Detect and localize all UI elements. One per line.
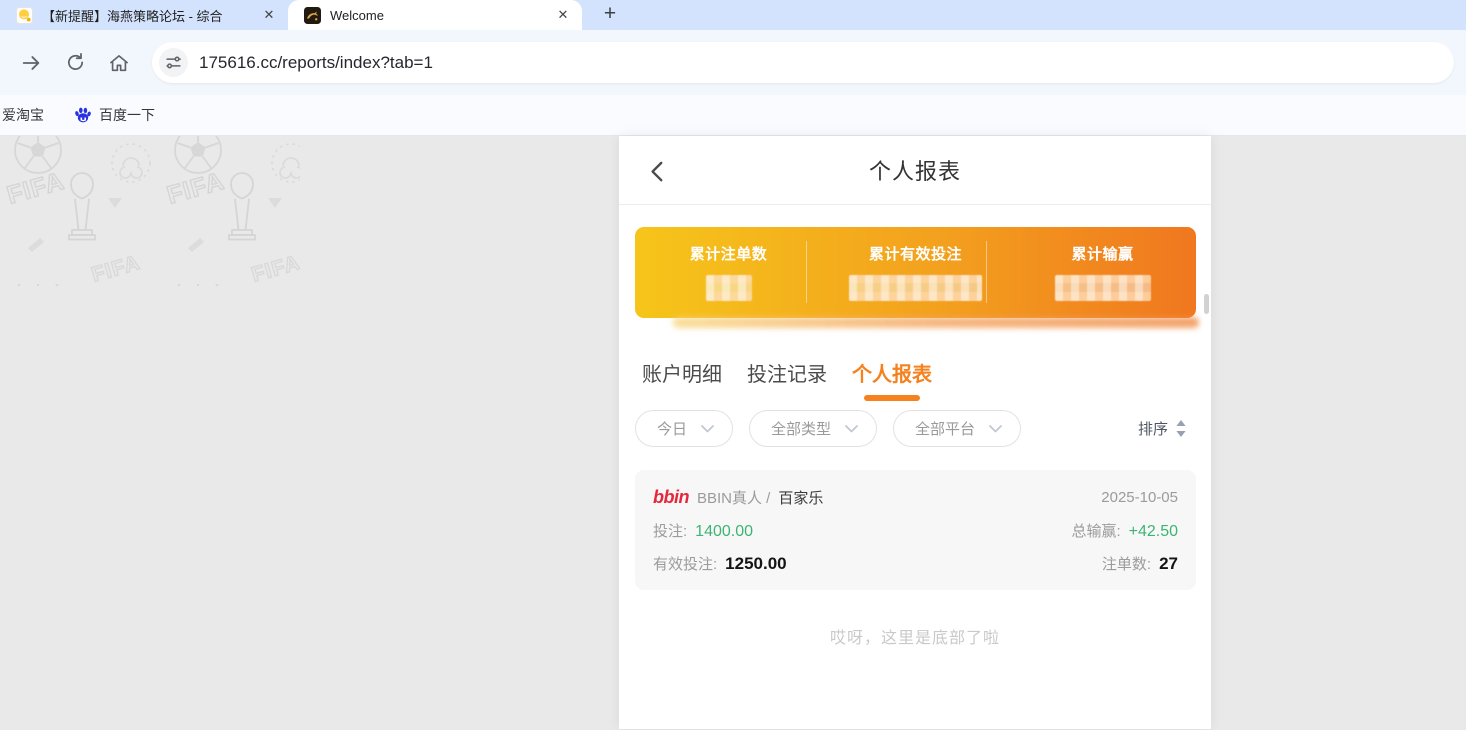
summary-stats-card: 累计注单数 累计有效投注 累计输赢: [635, 227, 1196, 318]
forward-button[interactable]: [12, 44, 50, 82]
sort-label: 排序: [1138, 418, 1168, 439]
filter-label: 全部平台: [915, 418, 975, 439]
stat-value-censored: [1055, 275, 1151, 301]
chevron-down-icon: [845, 425, 858, 433]
stat-label: 累计注单数: [690, 243, 768, 264]
bet-count-label: 注单数:: [1102, 553, 1151, 574]
page-content: FIFA FIFA 个人报表 累计注单数: [0, 136, 1466, 729]
provider-name: BBIN真人 /: [697, 487, 770, 508]
browser-tab-strip: 【新提醒】海燕策略论坛 - 综合 ✕ Welcome ✕ +: [0, 0, 1466, 30]
filter-type-dropdown[interactable]: 全部类型: [749, 410, 877, 447]
filter-date-dropdown[interactable]: 今日: [635, 410, 733, 447]
home-button[interactable]: [100, 44, 138, 82]
reload-icon: [65, 52, 86, 73]
panel-scrollbar[interactable]: [1202, 260, 1211, 345]
bookmark-label: 百度一下: [99, 105, 155, 125]
stat-total-valid-bets: 累计有效投注: [822, 227, 1009, 318]
home-icon: [108, 52, 130, 74]
bet-count-value: 27: [1159, 554, 1178, 574]
forward-arrow-icon: [20, 52, 42, 74]
stat-total-winloss: 累计输赢: [1009, 227, 1196, 318]
stat-value-censored: [849, 275, 982, 301]
bet-value: 1400.00: [695, 523, 753, 541]
browser-toolbar: 175616.cc/reports/index?tab=1: [0, 30, 1466, 95]
chevron-left-icon: [653, 163, 662, 180]
welcome-favicon-icon: [304, 7, 321, 24]
record-date: 2025-10-05: [1101, 489, 1178, 506]
fifa-watermark-pattern: FIFA FIFA: [0, 136, 300, 286]
tab-account-details[interactable]: 账户明细: [642, 358, 722, 401]
stat-value-censored: [706, 275, 752, 301]
game-name: 百家乐: [778, 487, 823, 508]
tab-title: Welcome: [330, 8, 545, 23]
bookmark-label: 爱淘宝: [2, 105, 44, 125]
valid-bet-value: 1250.00: [725, 554, 786, 574]
stats-card-glow: [673, 317, 1199, 328]
tab-label: 个人报表: [852, 364, 932, 386]
bbin-logo: bbin: [653, 487, 689, 508]
omnibox[interactable]: 175616.cc/reports/index?tab=1: [152, 42, 1454, 83]
reload-button[interactable]: [56, 44, 94, 82]
tune-icon: [165, 54, 182, 71]
tab-personal-report[interactable]: 个人报表: [852, 358, 932, 401]
browser-tab-welcome[interactable]: Welcome ✕: [288, 0, 582, 30]
record-valid-row: 有效投注: 1250.00 注单数: 27: [653, 551, 1178, 575]
stat-divider: [986, 241, 987, 303]
bottom-reached-note: 哎呀，这里是底部了啦: [619, 624, 1211, 648]
forum-favicon-icon: [16, 7, 33, 24]
baidu-paw-icon: [74, 106, 92, 124]
filter-row: 今日 全部类型 全部平台 排序: [619, 410, 1211, 447]
new-tab-button[interactable]: +: [596, 1, 624, 29]
record-card[interactable]: bbin BBIN真人 / 百家乐 2025-10-05 投注: 1400.00…: [635, 470, 1196, 590]
stat-label: 累计输赢: [1071, 243, 1133, 264]
record-header-row: bbin BBIN真人 / 百家乐 2025-10-05: [653, 485, 1178, 509]
tab-close-icon[interactable]: ✕: [554, 6, 572, 24]
winloss-label: 总输赢:: [1071, 520, 1120, 541]
site-info-button[interactable]: [159, 48, 188, 77]
filter-label: 全部类型: [771, 418, 831, 439]
bookmark-aitaobao[interactable]: 爱淘宝: [0, 100, 52, 130]
filter-label: 今日: [657, 418, 687, 439]
valid-bet-label: 有效投注:: [653, 553, 717, 574]
bet-label: 投注:: [653, 520, 687, 541]
sort-control[interactable]: 排序: [1138, 418, 1195, 439]
stat-divider: [806, 241, 807, 303]
tab-title: 【新提醒】海燕策略论坛 - 综合: [42, 6, 251, 25]
bookmarks-bar: 爱淘宝 百度一下: [0, 95, 1466, 136]
report-tabs: 账户明细 投注记录 个人报表: [619, 358, 1211, 401]
report-panel: 个人报表 累计注单数 累计有效投注 累计输赢 账户明细 投注记录 个人报表: [619, 136, 1211, 729]
back-button[interactable]: [645, 158, 671, 184]
browser-tab-forum[interactable]: 【新提醒】海燕策略论坛 - 综合 ✕: [0, 0, 288, 30]
sort-arrows-icon: [1175, 420, 1187, 437]
winloss-value: +42.50: [1129, 523, 1178, 541]
filter-platform-dropdown[interactable]: 全部平台: [893, 410, 1021, 447]
record-bet-row: 投注: 1400.00 总输赢: +42.50: [653, 518, 1178, 542]
chevron-down-icon: [989, 425, 1002, 433]
scrollbar-thumb[interactable]: [1204, 294, 1209, 314]
tab-bet-records[interactable]: 投注记录: [747, 358, 827, 401]
url-text[interactable]: 175616.cc/reports/index?tab=1: [199, 53, 433, 73]
report-header: 个人报表: [619, 136, 1211, 205]
page-title: 个人报表: [869, 154, 961, 186]
bookmark-baidu[interactable]: 百度一下: [66, 100, 163, 130]
stat-total-bets: 累计注单数: [635, 227, 822, 318]
stat-label: 累计有效投注: [869, 243, 962, 264]
chevron-down-icon: [701, 425, 714, 433]
active-tab-underline: [864, 395, 920, 401]
tab-close-icon[interactable]: ✕: [260, 6, 278, 24]
